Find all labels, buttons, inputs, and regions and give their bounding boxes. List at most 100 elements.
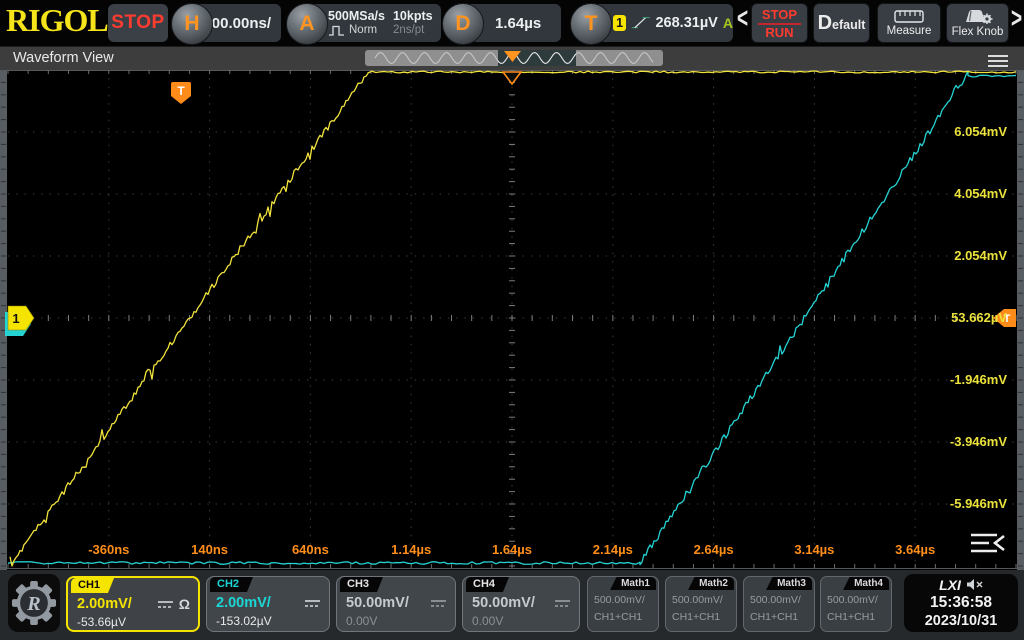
- math2-tab[interactable]: Math2: [688, 577, 734, 590]
- ruler-icon: [894, 10, 924, 23]
- dc-coupling-icon: [157, 599, 174, 610]
- channel-box-ch1[interactable]: CH1 2.00mV/ Ω -53.66µV: [66, 576, 200, 632]
- dc-coupling-icon: [304, 598, 321, 609]
- math-box-math1[interactable]: Math1 500.00mV/ CH1+CH1: [587, 576, 659, 632]
- acquisition-status: STOP: [108, 4, 168, 42]
- horizontal-knob[interactable]: H: [171, 3, 213, 45]
- top-bar: RIGOL STOP 500.00ns/ H 500MSa/s Norm 10k…: [0, 0, 1024, 46]
- system-time: 15:36:58: [930, 593, 992, 612]
- math3-tab[interactable]: Math3: [766, 577, 812, 590]
- math3-scale: 500.00mV/: [750, 594, 801, 606]
- timebase-value: 500.00ns/: [203, 15, 271, 32]
- trigger-level: 268.31µV: [655, 15, 717, 31]
- view-title-bar: Waveform View: [0, 46, 1024, 70]
- gear-icon: R: [11, 580, 57, 626]
- acquisition-knob[interactable]: A: [286, 3, 328, 45]
- svg-text:1: 1: [12, 311, 19, 326]
- time-label: 140ns: [191, 542, 228, 558]
- flex-knob-button[interactable]: Flex Knob: [946, 3, 1009, 43]
- voltage-label: 53.662µV: [951, 310, 1007, 326]
- math1-tab[interactable]: Math1: [610, 577, 656, 590]
- channel-box-ch2[interactable]: CH2 2.00mV/ -153.02µV: [206, 576, 330, 632]
- math2-expression: CH1+CH1: [672, 611, 720, 623]
- math1-expression: CH1+CH1: [594, 611, 642, 623]
- ch3-scale: 50.00mV/: [346, 595, 409, 611]
- math3-expression: CH1+CH1: [750, 611, 798, 623]
- trigger-sweep-mode: A: [723, 15, 733, 31]
- channel-box-ch3[interactable]: CH3 50.00mV/ 0.00V: [336, 576, 456, 632]
- dc-coupling-icon: [430, 598, 447, 609]
- brand-logo: RIGOL: [6, 2, 108, 39]
- time-per-point: 2ns/pt: [393, 23, 433, 37]
- time-label: 3.14µs: [794, 542, 834, 558]
- graticule-canvas: 1TT: [0, 70, 1024, 570]
- ch1-scale: 2.00mV/: [77, 596, 132, 612]
- time-label: 2.64µs: [694, 542, 734, 558]
- default-button[interactable]: D efault: [813, 3, 870, 43]
- voltage-label: -5.946mV: [950, 496, 1007, 512]
- menu-icon[interactable]: [988, 52, 1008, 70]
- voltage-label: -3.946mV: [950, 434, 1007, 450]
- waveform-position-strip[interactable]: [365, 50, 663, 67]
- voltage-label: 6.054mV: [954, 124, 1007, 140]
- svg-text:R: R: [26, 593, 40, 615]
- ch4-scale: 50.00mV/: [472, 595, 535, 611]
- svg-text:T: T: [177, 84, 185, 98]
- math-box-math3[interactable]: Math3 500.00mV/ CH1+CH1: [743, 576, 815, 632]
- time-label: 1.14µs: [391, 542, 431, 558]
- system-date: 2023/10/31: [925, 612, 998, 630]
- trigger-slope-icon: [631, 11, 650, 35]
- delay-center-indicator[interactable]: [503, 72, 521, 84]
- time-label: 1.64µs: [492, 542, 532, 558]
- math2-scale: 500.00mV/: [672, 594, 723, 606]
- toolbar-scroll-right-icon[interactable]: >: [1011, 4, 1022, 37]
- math1-scale: 500.00mV/: [594, 594, 645, 606]
- collapse-labels-icon[interactable]: [970, 532, 1010, 554]
- ch1-position-marker[interactable]: 1: [8, 306, 34, 330]
- time-label: 640ns: [292, 542, 329, 558]
- ch3-tab[interactable]: CH3: [340, 577, 383, 592]
- pulse-icon: [328, 25, 345, 36]
- knob-icon: [963, 9, 993, 24]
- math4-scale: 500.00mV/: [827, 594, 878, 606]
- rigol-gear-logo[interactable]: R: [8, 574, 60, 632]
- trigger-knob[interactable]: T: [570, 3, 612, 45]
- time-label: -360ns: [88, 542, 129, 558]
- voltage-label: -1.946mV: [950, 372, 1007, 388]
- dc-coupling-icon: [554, 598, 571, 609]
- math-box-math4[interactable]: Math4 500.00mV/ CH1+CH1: [820, 576, 892, 632]
- measure-button[interactable]: Measure: [877, 3, 941, 43]
- ch2-scale: 2.00mV/: [216, 595, 271, 611]
- channel-status-bar: R CH1 2.00mV/ Ω -53.66µV CH2 2.00mV/: [0, 570, 1024, 640]
- sound-muted-icon: [966, 578, 983, 591]
- ch1-offset: -53.66µV: [77, 615, 126, 629]
- trigger-position-flag[interactable]: T: [171, 82, 191, 104]
- delay-knob[interactable]: D: [442, 3, 484, 45]
- time-label: 2.14µs: [593, 542, 633, 558]
- delay-value: 1.64µs: [495, 15, 541, 32]
- math4-expression: CH1+CH1: [827, 611, 875, 623]
- ch2-tab[interactable]: CH2: [210, 577, 253, 592]
- math-box-math2[interactable]: Math2 500.00mV/ CH1+CH1: [665, 576, 737, 632]
- oscilloscope-screen: RIGOL STOP 500.00ns/ H 500MSa/s Norm 10k…: [0, 0, 1024, 640]
- status-clock-panel[interactable]: LXI 15:36:58 2023/10/31: [904, 574, 1018, 632]
- view-title: Waveform View: [13, 50, 114, 66]
- ch1-tab[interactable]: CH1: [71, 578, 114, 593]
- sample-rate: 500MSa/s: [328, 9, 385, 23]
- memory-depth: 10kpts: [393, 9, 433, 23]
- toolbar-scroll-left-icon[interactable]: <: [737, 4, 748, 37]
- channel-box-ch4[interactable]: CH4 50.00mV/ 0.00V: [462, 576, 580, 632]
- waveform-display: 1TT 6.054mV4.054mV2.054mV53.662µV-1.946m…: [0, 70, 1024, 570]
- stop-run-button[interactable]: STOP RUN: [751, 3, 808, 43]
- math4-tab[interactable]: Math4: [843, 577, 889, 590]
- time-label: 3.64µs: [895, 542, 935, 558]
- lxi-label: LXI: [939, 577, 961, 593]
- voltage-label: 2.054mV: [954, 248, 1007, 264]
- trigger-mode: Norm: [349, 23, 377, 37]
- ch4-tab[interactable]: CH4: [466, 577, 509, 592]
- ch3-offset: 0.00V: [346, 614, 377, 628]
- ch2-offset: -153.02µV: [216, 614, 272, 628]
- ch4-offset: 0.00V: [472, 614, 503, 628]
- voltage-label: 4.054mV: [954, 186, 1007, 202]
- trigger-source-badge: 1: [613, 15, 626, 31]
